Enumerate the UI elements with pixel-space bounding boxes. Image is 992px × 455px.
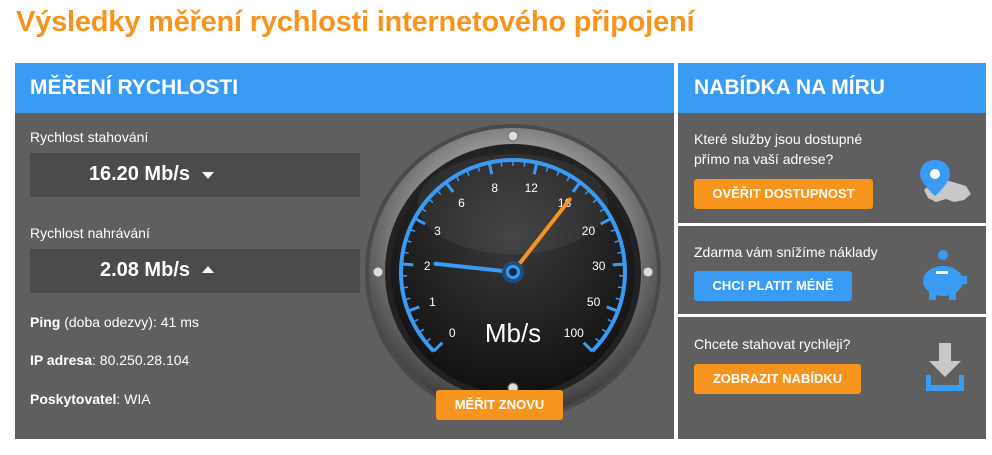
gauge-tick-label: 6	[458, 196, 465, 210]
gauge-tick-label: 100	[564, 326, 584, 340]
arrow-down-icon	[202, 172, 214, 179]
gauge-minor-tick	[500, 160, 503, 167]
speedometer-gauge: 0123681216203050100 Mb/s	[365, 124, 661, 414]
needle-hub-center	[509, 268, 517, 276]
gauge-tick-label: 0	[449, 326, 456, 340]
download-value: 16.20 Mb/s	[88, 163, 190, 185]
gauge-minor-tick	[402, 286, 409, 289]
gauge-minor-tick	[617, 286, 624, 289]
offer-savings-text: Zdarma vám snížíme náklady	[694, 244, 878, 260]
page-title: Výsledky měření rychlosti internetového …	[16, 6, 695, 38]
gauge-tick-label: 8	[491, 181, 498, 195]
gauge-major-tick	[401, 262, 414, 267]
provider-label: Poskytovatel	[30, 391, 117, 407]
offer-panel: NABÍDKA NA MÍRU Které služby jsou dostup…	[678, 63, 986, 439]
download-icon	[926, 343, 964, 391]
gauge-tick-label: 2	[424, 259, 431, 273]
piggy-bank-icon	[923, 250, 967, 300]
arrow-up-icon	[202, 266, 214, 273]
offer-availability-text: Které služby jsou dostupné přímo na vaší…	[694, 131, 863, 167]
gauge-tick-label: 50	[587, 295, 601, 309]
ping-label: Ping	[30, 314, 61, 330]
gauge-tick-label: 30	[592, 259, 606, 273]
offer-divider-1	[678, 223, 986, 226]
download-label: Rychlost stahování	[30, 129, 149, 145]
gauge-tick-label: 1	[429, 295, 436, 309]
upload-value: 2.08 Mb/s	[99, 259, 190, 281]
measurement-header: MĚŘENÍ RYCHLOSTI	[15, 63, 674, 113]
provider-value: : WIA	[116, 391, 151, 407]
offer-divider-2	[678, 314, 986, 317]
ip-label: IP adresa	[30, 352, 93, 368]
gauge-minor-tick	[523, 160, 526, 167]
ip-value: : 80.250.28.104	[92, 352, 190, 368]
screw-left	[372, 266, 384, 278]
gauge-major-tick	[612, 262, 625, 267]
gauge-glare	[418, 154, 608, 254]
screw-top	[507, 130, 519, 142]
check-availability-button[interactable]: OVĚŘIT DOSTUPNOST	[694, 179, 873, 209]
ping-info: Ping (doba odezvy): 41 ms	[30, 314, 199, 330]
provider-info: Poskytovatel: WIA	[30, 391, 151, 407]
gauge-unit-label: Mb/s	[485, 318, 541, 348]
pay-less-button[interactable]: CHCI PLATIT MÉNĚ	[694, 271, 852, 301]
show-offer-button[interactable]: ZOBRAZIT NABÍDKU	[694, 364, 861, 394]
ip-info: IP adresa: 80.250.28.104	[30, 352, 189, 368]
gauge-tick-label: 12	[525, 181, 539, 195]
screw-right	[642, 266, 654, 278]
offer-faster-text: Chcete stahovat rychleji?	[694, 336, 851, 352]
gauge-minor-tick	[617, 251, 624, 254]
offer-header: NABÍDKA NA MÍRU	[678, 63, 986, 113]
upload-value-box: 2.08 Mb/s	[30, 249, 360, 293]
upload-label: Rychlost nahrávání	[30, 225, 150, 241]
gauge-tick-label: 20	[582, 224, 596, 238]
map-pin-icon	[920, 160, 971, 202]
download-value-box: 16.20 Mb/s	[30, 153, 360, 197]
gauge-tick-label: 3	[434, 224, 441, 238]
gauge-minor-tick	[402, 251, 409, 254]
measure-again-button[interactable]: MĚŘIT ZNOVU	[436, 390, 563, 420]
ping-value: (doba odezvy): 41 ms	[60, 314, 199, 330]
speed-measurement-panel: MĚŘENÍ RYCHLOSTI Rychlost stahování 16.2…	[15, 63, 674, 439]
